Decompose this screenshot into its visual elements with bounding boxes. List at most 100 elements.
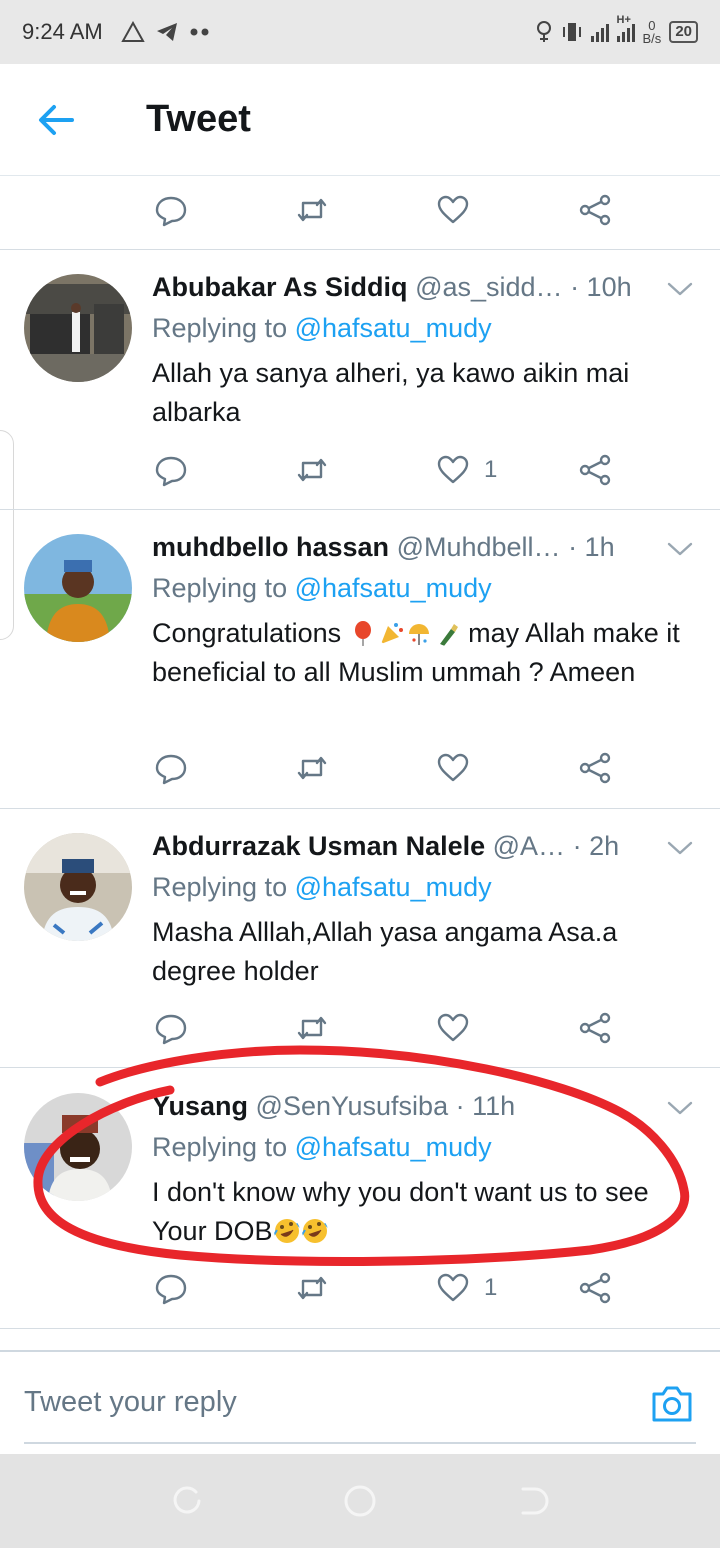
replying-to: Replying to @hafsatu_mudy (152, 313, 492, 343)
share-icon (579, 1012, 611, 1044)
battery-icon: 20 (669, 21, 698, 43)
replying-to: Replying to @hafsatu_mudy (152, 872, 492, 902)
signal-icon (590, 22, 609, 42)
like-button[interactable]: 1 (436, 1268, 497, 1308)
like-button[interactable] (436, 1008, 470, 1048)
mention-link[interactable]: @hafsatu_mudy (295, 313, 492, 343)
retweet-button[interactable] (295, 1268, 329, 1308)
divider (0, 808, 720, 809)
author-name[interactable]: Abubakar As Siddiq (152, 272, 408, 302)
like-button[interactable]: 1 (436, 450, 497, 490)
mention-link[interactable]: @hafsatu_mudy (295, 1132, 492, 1162)
tweet-actions (150, 1008, 620, 1048)
share-icon (579, 752, 611, 784)
divider (0, 509, 720, 510)
dots-icon (190, 28, 209, 36)
share-button[interactable] (578, 1008, 612, 1048)
balloon-emoji (354, 621, 371, 646)
author-handle[interactable]: @A… (493, 831, 565, 861)
mention-link[interactable]: @hafsatu_mudy (295, 872, 492, 902)
tweet-text: Congratulations may Allah make it benefi… (152, 618, 680, 687)
divider (0, 1067, 720, 1068)
like-button[interactable] (436, 190, 470, 230)
warning-icon (121, 21, 145, 42)
status-bar: 9:24 AM H+ 0 B/s 20 (0, 0, 720, 64)
tweet-actions (150, 748, 620, 788)
tweet-text: Allah ya sanya alheri, ya kawo aikin mai… (152, 358, 630, 427)
chevron-down-icon[interactable] (666, 280, 694, 298)
retweet-icon (297, 1016, 327, 1040)
reply-input[interactable]: Tweet your reply (24, 1386, 237, 1419)
party-popper-emoji (380, 623, 403, 644)
tweet-text: I don't know why you don't want us to se… (152, 1177, 649, 1246)
reply-button[interactable] (154, 1008, 188, 1048)
retweet-button[interactable] (295, 450, 329, 490)
avatar[interactable] (24, 534, 132, 642)
author-name[interactable]: Yusang (152, 1091, 248, 1121)
tweet-actions (150, 190, 620, 230)
home-icon[interactable] (343, 1484, 377, 1518)
share-icon (579, 454, 611, 486)
reply-icon (155, 1014, 187, 1045)
reply-icon (155, 754, 187, 785)
reply-underline (24, 1442, 696, 1444)
tweet-text: Masha Alllah,Allah yasa angama Asa.a deg… (152, 917, 618, 986)
avatar[interactable] (24, 833, 132, 941)
share-button[interactable] (578, 450, 612, 490)
back-arrow-icon[interactable] (36, 102, 76, 138)
retweet-icon (297, 458, 327, 482)
share-icon (579, 1272, 611, 1304)
reply-button[interactable] (154, 748, 188, 788)
share-button[interactable] (578, 1268, 612, 1308)
tweet-actions: 1 (150, 1268, 620, 1308)
author-handle[interactable]: @as_sidd… (415, 272, 562, 302)
like-button[interactable] (436, 748, 470, 788)
mention-link[interactable]: @hafsatu_mudy (295, 573, 492, 603)
network-speed: 0 B/s (642, 18, 662, 46)
chevron-down-icon[interactable] (666, 839, 694, 857)
author-name[interactable]: Abdurrazak Usman Nalele (152, 831, 485, 861)
retweet-icon (297, 1276, 327, 1300)
replying-to: Replying to @hafsatu_mudy (152, 1132, 492, 1162)
share-icon (579, 194, 611, 226)
tweet-time: · 10h (570, 272, 632, 302)
alarm-icon (536, 21, 551, 42)
page-title: Tweet (146, 98, 251, 140)
back-icon[interactable] (517, 1484, 551, 1518)
app-header: Tweet (0, 64, 720, 176)
camera-icon[interactable] (650, 1384, 694, 1424)
share-button[interactable] (578, 748, 612, 788)
system-nav-bar (0, 1454, 720, 1548)
reply-icon (155, 196, 187, 227)
heart-icon (437, 753, 469, 782)
replying-to: Replying to @hafsatu_mudy (152, 573, 492, 603)
edge-panel-handle[interactable] (0, 430, 14, 640)
retweet-button[interactable] (295, 190, 329, 230)
reply-button[interactable] (154, 450, 188, 490)
author-handle[interactable]: @SenYusufsiba (256, 1091, 449, 1121)
avatar[interactable] (24, 274, 132, 382)
heart-icon (437, 1013, 469, 1042)
retweet-button[interactable] (295, 1008, 329, 1048)
signal-icon: H+ (616, 14, 635, 42)
rofl-emoji (301, 1219, 328, 1243)
divider (0, 1328, 720, 1329)
recents-icon[interactable] (170, 1484, 204, 1518)
tweet-time: · 11h (455, 1091, 516, 1121)
reply-button[interactable] (154, 1268, 188, 1308)
avatar[interactable] (24, 1093, 132, 1201)
author-handle[interactable]: @Muhdbell… (397, 532, 561, 562)
reply-button[interactable] (154, 190, 188, 230)
status-time: 9:24 AM (22, 19, 103, 44)
confetti-emoji (408, 624, 429, 645)
heart-icon (437, 195, 469, 224)
author-name[interactable]: muhdbello hassan (152, 532, 389, 562)
reply-composer: Tweet your reply (0, 1350, 720, 1454)
reply-icon (155, 456, 187, 487)
chevron-down-icon[interactable] (666, 1099, 694, 1117)
share-button[interactable] (578, 190, 612, 230)
telegram-icon (156, 23, 177, 41)
chevron-down-icon[interactable] (666, 540, 694, 558)
retweet-button[interactable] (295, 748, 329, 788)
heart-icon (437, 1273, 469, 1302)
